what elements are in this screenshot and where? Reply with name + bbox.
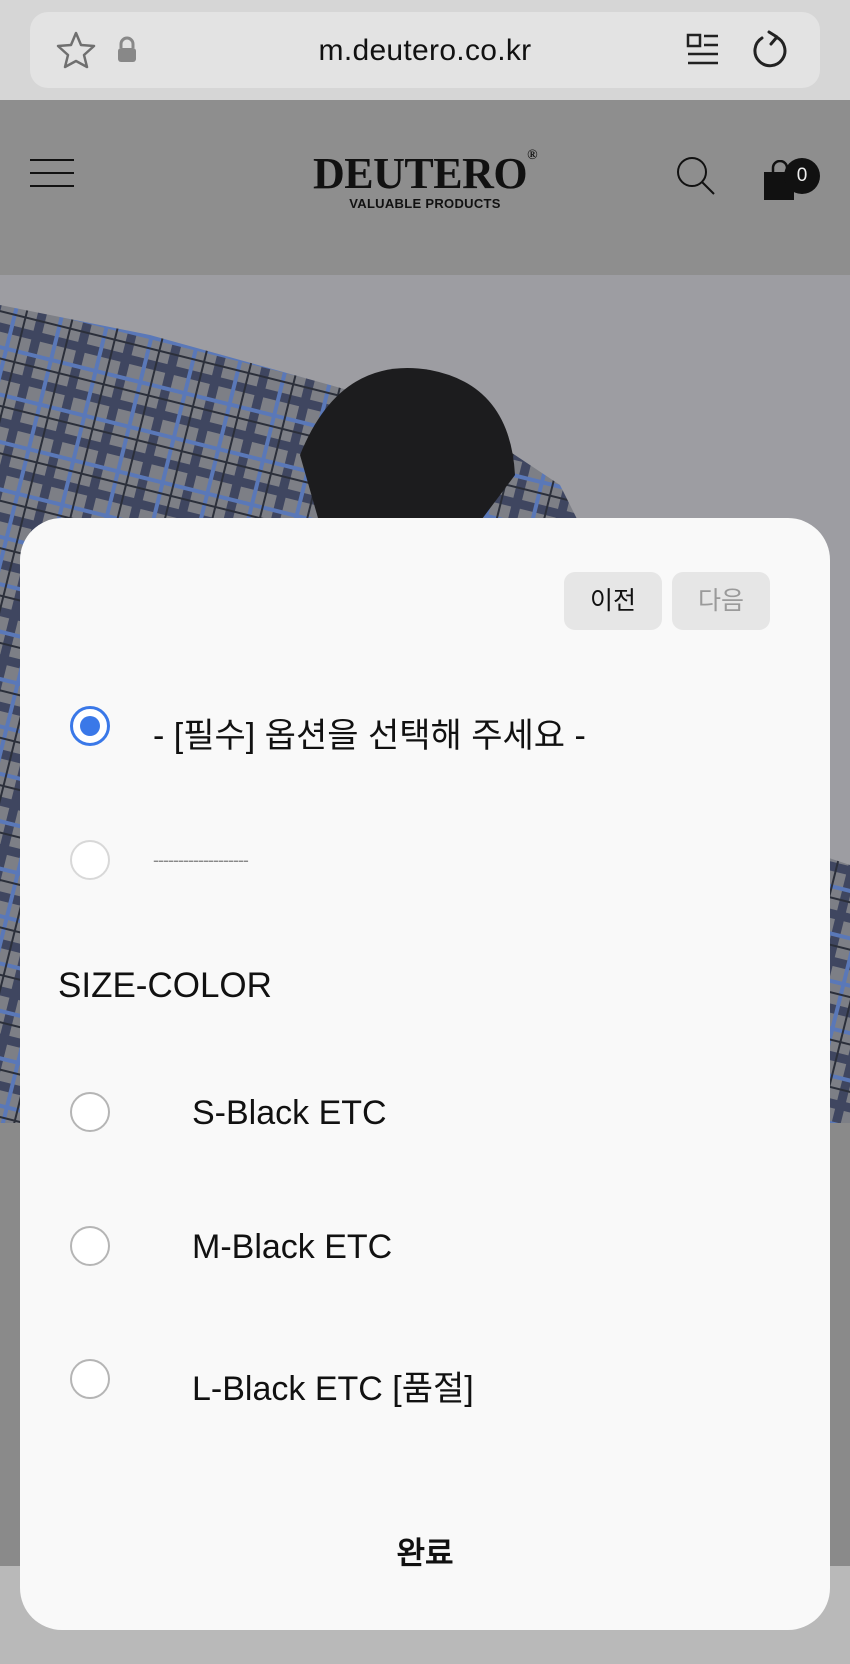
reload-icon[interactable] [750, 30, 790, 70]
site-logo[interactable]: DEUTERO® [0, 148, 850, 199]
radio-button-disabled [70, 840, 110, 880]
option-label: L-Black ETC [품절] [192, 1370, 474, 1408]
address-bar[interactable]: m.deutero.co.kr [30, 12, 820, 88]
reader-mode-icon[interactable] [686, 32, 720, 68]
option-label: M-Black ETC [192, 1228, 393, 1266]
site-header: DEUTERO® VALUABLE PRODUCTS 0 [0, 100, 850, 275]
search-icon[interactable] [676, 156, 716, 196]
done-button[interactable]: 완료 [20, 1528, 830, 1573]
cart-count-badge: 0 [784, 158, 820, 194]
radio-button[interactable] [70, 1359, 110, 1399]
option-label: S-Black ETC [192, 1094, 387, 1132]
browser-toolbar: m.deutero.co.kr [0, 0, 850, 100]
option-label: - [필수] 옵션을 선택해 주세요 - [153, 717, 586, 755]
separator-label: ------------------- [153, 850, 249, 870]
logo-tagline: VALUABLE PRODUCTS [349, 196, 501, 211]
option-picker-sheet: 이전 다음 - [필수] 옵션을 선택해 주세요 - -------------… [20, 518, 830, 1630]
radio-button[interactable] [70, 1226, 110, 1266]
next-button[interactable]: 다음 [672, 572, 770, 630]
radio-button[interactable] [70, 1092, 110, 1132]
logo-text: DEUTERO [312, 149, 528, 198]
radio-button-selected[interactable] [70, 706, 110, 746]
previous-button[interactable]: 이전 [564, 572, 662, 630]
option-group-label: SIZE-COLOR [58, 966, 272, 1005]
logo-registered-mark: ® [527, 148, 538, 163]
